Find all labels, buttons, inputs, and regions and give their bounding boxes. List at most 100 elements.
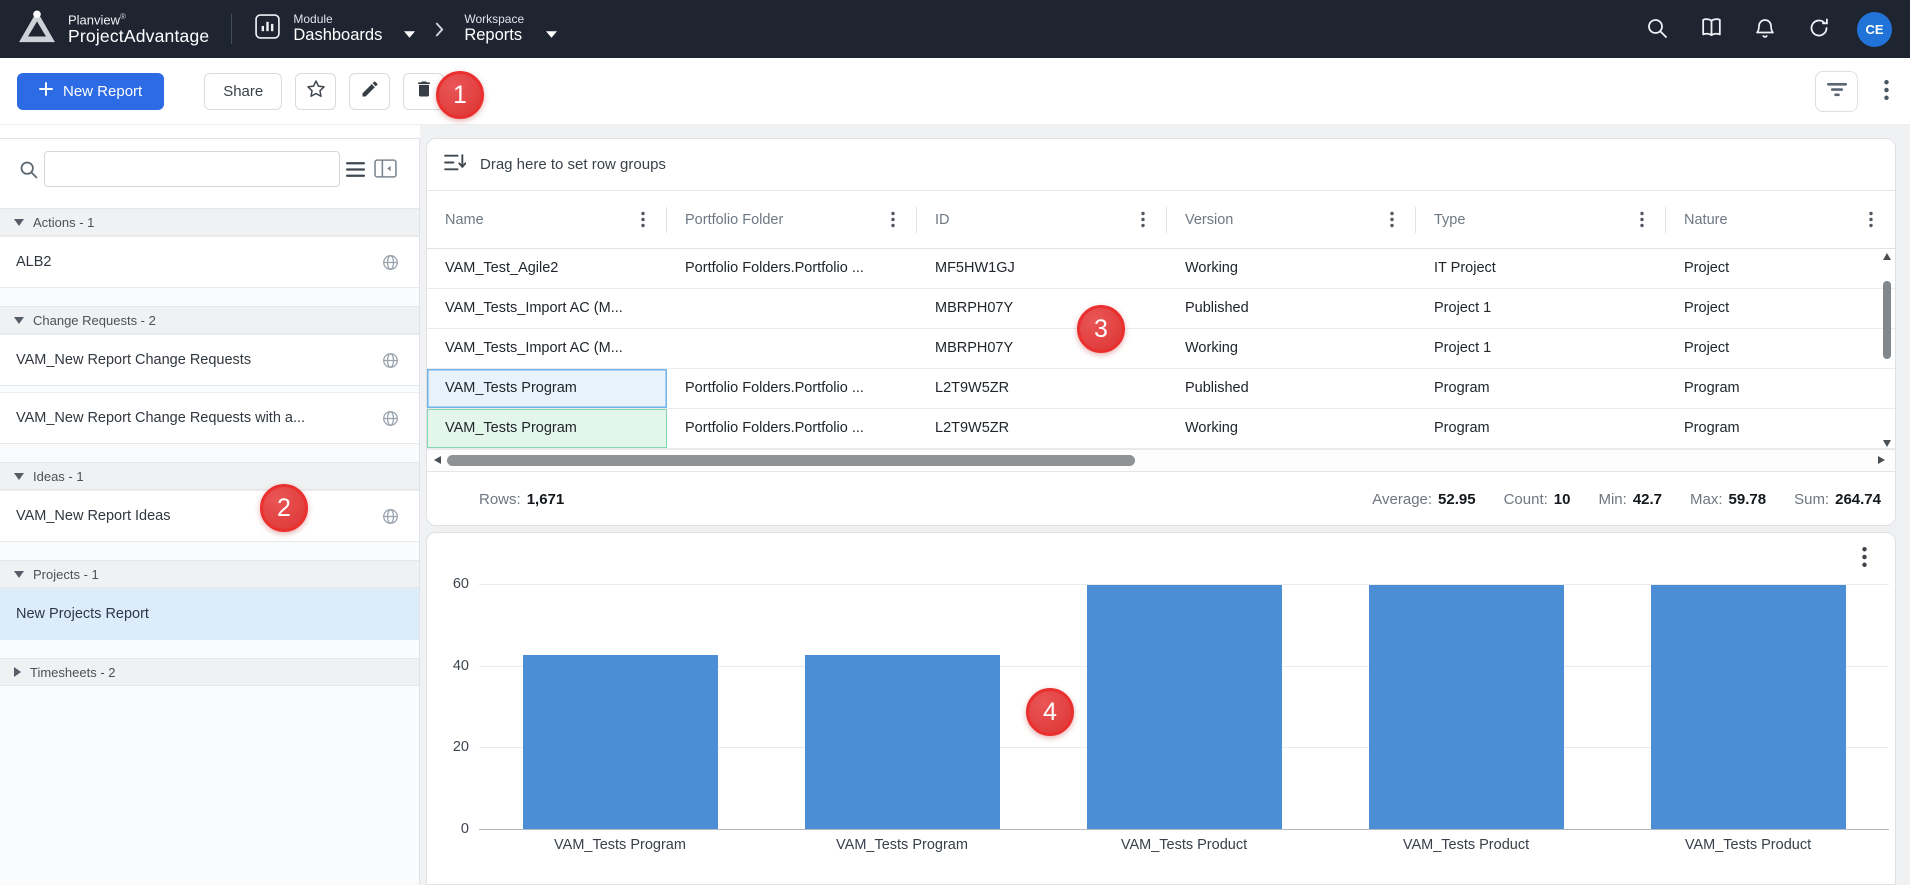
report-list-sidebar: Actions - 1 ALB2 Change Requests - 2 VAM_Ne… bbox=[0, 138, 420, 885]
filter-button[interactable] bbox=[1815, 71, 1858, 112]
nav-module-dashboards[interactable]: Module Dashboards bbox=[254, 13, 415, 46]
sidebar-item[interactable]: VAM_New Report Ideas bbox=[0, 490, 419, 542]
grid-cell[interactable]: MBRPH07Y bbox=[917, 289, 1167, 328]
grid-cell[interactable]: VAM_Tests Program bbox=[427, 369, 667, 408]
column-menu-icon[interactable] bbox=[1869, 211, 1873, 228]
kebab-menu-icon bbox=[1862, 555, 1867, 570]
edit-button[interactable] bbox=[349, 73, 390, 110]
table-row[interactable]: VAM_Tests ProgramPortfolio Folders.Portf… bbox=[427, 409, 1895, 449]
grid-cell[interactable]: Program bbox=[1416, 409, 1666, 448]
column-menu-icon[interactable] bbox=[1390, 211, 1394, 228]
search-button[interactable] bbox=[1637, 9, 1677, 49]
globe-icon bbox=[382, 254, 399, 271]
sidebar-item-label: ALB2 bbox=[16, 254, 382, 270]
column-menu-icon[interactable] bbox=[641, 211, 645, 228]
grid-cell[interactable]: Project bbox=[1666, 249, 1895, 288]
grid-cell[interactable]: Project 1 bbox=[1416, 289, 1666, 328]
sidebar-section-header[interactable]: Projects - 1 bbox=[0, 560, 419, 588]
new-report-button[interactable]: New Report bbox=[17, 73, 164, 110]
grid-cell[interactable]: Program bbox=[1666, 409, 1895, 448]
gridline bbox=[479, 829, 1889, 830]
grid-cell[interactable]: MF5HW1GJ bbox=[917, 249, 1167, 288]
sidebar-section-header[interactable]: Timesheets - 2 bbox=[0, 658, 419, 686]
grid-cell[interactable]: Published bbox=[1167, 289, 1416, 328]
column-menu-icon[interactable] bbox=[891, 211, 895, 228]
grid-cell[interactable]: L2T9W5ZR bbox=[917, 369, 1167, 408]
grid-cell[interactable]: Portfolio Folders.Portfolio ... bbox=[667, 249, 917, 288]
grid-cell[interactable]: MBRPH07Y bbox=[917, 329, 1167, 368]
grid-cell[interactable]: Working bbox=[1167, 249, 1416, 288]
table-row[interactable]: VAM_Tests_Import AC (M... MBRPH07YPublish… bbox=[427, 289, 1895, 329]
grid-cell[interactable]: Published bbox=[1167, 369, 1416, 408]
chart-menu-button[interactable] bbox=[1862, 547, 1867, 570]
column-header-id[interactable]: ID bbox=[917, 191, 1167, 248]
notifications-button[interactable] bbox=[1745, 9, 1785, 49]
toolbar-overflow-menu[interactable] bbox=[1880, 76, 1893, 107]
refresh-button[interactable] bbox=[1799, 9, 1839, 49]
horizontal-scrollbar-thumb[interactable] bbox=[447, 455, 1135, 466]
sidebar-item[interactable]: New Projects Report bbox=[0, 588, 419, 640]
sidebar-section-header[interactable]: Actions - 1 bbox=[0, 208, 419, 236]
grid-cell[interactable]: Project 1 bbox=[1416, 329, 1666, 368]
scroll-down-arrow[interactable] bbox=[1883, 440, 1891, 447]
grid-cell[interactable]: VAM_Test_Agile2 bbox=[427, 249, 667, 288]
column-header-portfolio-folder[interactable]: Portfolio Folder bbox=[667, 191, 917, 248]
chevron-down-icon bbox=[14, 571, 24, 578]
row-group-drop-zone[interactable]: Drag here to set row groups bbox=[427, 139, 1895, 191]
nav-module-value: Dashboards bbox=[293, 26, 382, 45]
annotation-badge-4: 4 bbox=[1026, 688, 1074, 736]
bar bbox=[1087, 585, 1282, 829]
column-header-version[interactable]: Version bbox=[1167, 191, 1416, 248]
grid-cell[interactable]: Project bbox=[1666, 289, 1895, 328]
sidebar-item[interactable]: VAM_New Report Change Requests with a... bbox=[0, 392, 419, 444]
column-menu-icon[interactable] bbox=[1640, 211, 1644, 228]
sidebar-section-header[interactable]: Ideas - 1 bbox=[0, 462, 419, 490]
app-logo: Planview® ProjectAdvantage bbox=[18, 10, 209, 49]
sidebar-search-input[interactable] bbox=[44, 151, 340, 187]
stat-value: 42.7 bbox=[1633, 491, 1662, 508]
grid-cell[interactable]: Working bbox=[1167, 329, 1416, 368]
bar bbox=[805, 655, 1000, 829]
chevron-down-icon bbox=[404, 25, 415, 43]
user-avatar[interactable]: CE bbox=[1857, 12, 1892, 47]
row-groups-icon bbox=[443, 152, 466, 177]
sidebar-section-header[interactable]: Change Requests - 2 bbox=[0, 306, 419, 334]
nav-workspace-reports[interactable]: Workspace Reports bbox=[464, 13, 557, 46]
grid-cell[interactable]: Portfolio Folders.Portfolio ... bbox=[667, 369, 917, 408]
scroll-left-arrow[interactable] bbox=[434, 456, 441, 464]
grid-cell[interactable]: IT Project bbox=[1416, 249, 1666, 288]
table-row[interactable]: VAM_Tests ProgramPortfolio Folders.Portf… bbox=[427, 369, 1895, 409]
grid-cell[interactable] bbox=[667, 329, 917, 368]
grid-cell[interactable]: Portfolio Folders.Portfolio ... bbox=[667, 409, 917, 448]
annotation-badge-2: 2 bbox=[260, 484, 308, 532]
grid-cell[interactable]: VAM_Tests Program bbox=[427, 409, 667, 448]
grid-cell[interactable]: VAM_Tests_Import AC (M... bbox=[427, 329, 667, 368]
grid-cell[interactable]: Program bbox=[1666, 369, 1895, 408]
grid-cell[interactable] bbox=[667, 289, 917, 328]
grid-cell[interactable]: Project bbox=[1666, 329, 1895, 368]
grid-cell[interactable]: VAM_Tests_Import AC (M... bbox=[427, 289, 667, 328]
collapse-sidebar-button[interactable] bbox=[374, 159, 397, 181]
sidebar-item[interactable]: ALB2 bbox=[0, 236, 419, 288]
column-header-name[interactable]: Name bbox=[427, 191, 667, 248]
grid-cell[interactable]: L2T9W5ZR bbox=[917, 409, 1167, 448]
column-header-type[interactable]: Type bbox=[1416, 191, 1666, 248]
favorite-button[interactable] bbox=[295, 73, 336, 110]
sidebar-item-label: VAM_New Report Change Requests bbox=[16, 352, 382, 368]
column-header-nature[interactable]: Nature bbox=[1666, 191, 1895, 248]
documentation-button[interactable] bbox=[1691, 9, 1731, 49]
table-row[interactable]: VAM_Tests_Import AC (M... MBRPH07YWorking… bbox=[427, 329, 1895, 369]
sidebar-list-options-button[interactable] bbox=[346, 162, 365, 180]
table-row[interactable]: VAM_Test_Agile2Portfolio Folders.Portfol… bbox=[427, 249, 1895, 289]
scroll-right-arrow[interactable] bbox=[1878, 456, 1885, 464]
scroll-up-arrow[interactable] bbox=[1883, 253, 1891, 260]
sidebar-item-label: VAM_New Report Change Requests with a... bbox=[16, 410, 382, 426]
grid-cell[interactable]: Program bbox=[1416, 369, 1666, 408]
x-axis-category-label: VAM_Tests Product bbox=[1325, 837, 1607, 853]
stat: Max:59.78 bbox=[1690, 491, 1766, 508]
grid-cell[interactable]: Working bbox=[1167, 409, 1416, 448]
share-button[interactable]: Share bbox=[204, 73, 282, 110]
column-menu-icon[interactable] bbox=[1141, 211, 1145, 228]
vertical-scrollbar-thumb[interactable] bbox=[1883, 281, 1891, 359]
sidebar-item[interactable]: VAM_New Report Change Requests bbox=[0, 334, 419, 386]
